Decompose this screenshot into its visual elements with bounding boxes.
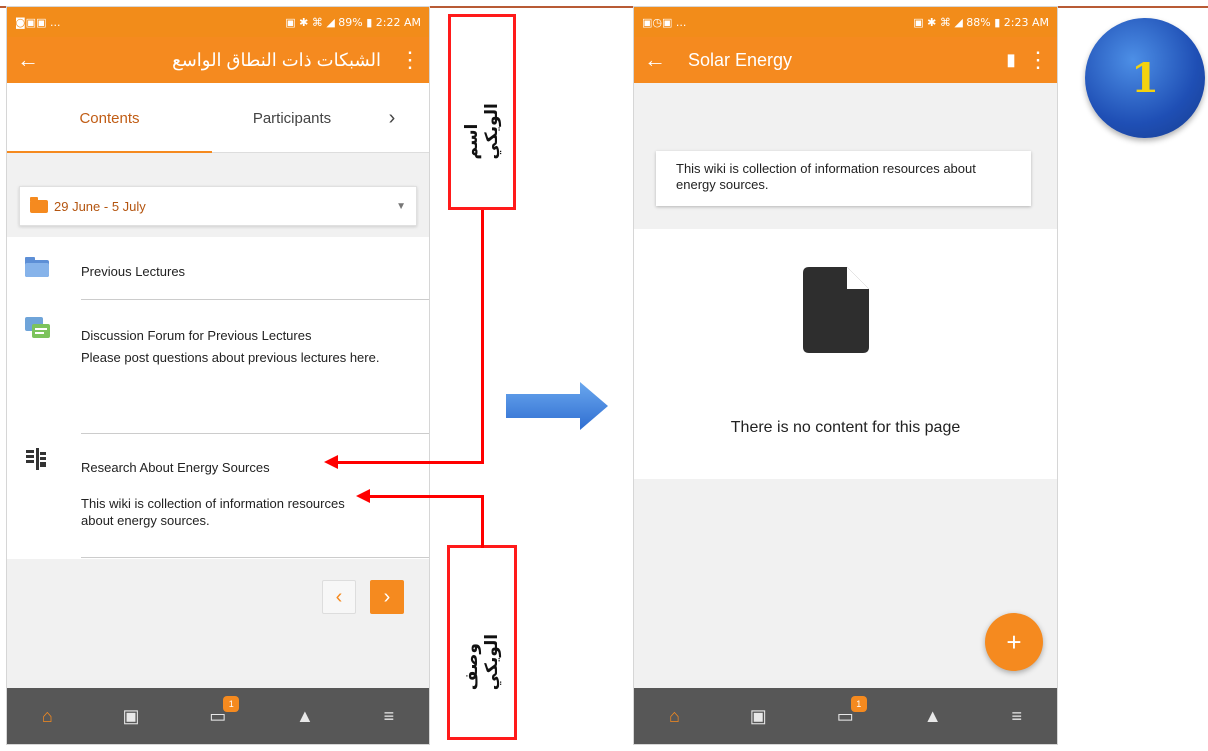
status-right: ▣ ✱ ⌘ ◢ 88% ▮ 2:23 AM [913,15,1049,29]
course-module-list: Previous Lectures Discussion Forum for P… [7,237,429,559]
annotation-arrowhead [324,455,338,469]
list-item-research-wiki[interactable]: Research About Energy Sources [81,459,270,476]
back-arrow-icon[interactable]: ← [644,47,688,73]
messages-icon[interactable]: ▭ 1 [209,695,240,727]
tab-participants[interactable]: Participants [212,110,372,127]
calendar-icon[interactable]: ▣ [750,706,767,727]
step-number-badge: 1 [1085,18,1205,138]
app-bar: ← الشبكات ذات النطاق الواسع ⋮ [7,37,429,83]
status-left: ◙▣▣ ... [15,15,61,29]
folder-icon [30,196,48,213]
wiki-name-annotation: اسم الويكي [462,103,502,160]
dropdown-caret-icon: ▼ [396,200,406,212]
right-phone-screenshot: ▣◷▣ ... ▣ ✱ ⌘ ◢ 88% ▮ 2:23 AM ← Solar En… [633,6,1058,745]
forum-description: Please post questions about previous lec… [81,350,380,365]
overflow-menu-icon[interactable]: ⋮ [399,47,421,73]
divider [81,299,429,300]
add-fab-button[interactable]: + [985,613,1043,671]
annotation-arrowhead [356,489,370,503]
status-right: ▣ ✱ ⌘ ◢ 89% ▮ 2:22 AM [285,15,421,29]
more-menu-icon[interactable]: ≡ [384,706,395,727]
empty-document-icon [803,267,869,353]
empty-state-message: There is no content for this page [730,419,961,436]
more-menu-icon[interactable]: ≡ [1011,706,1022,727]
tab-next-icon[interactable]: › [372,107,412,130]
course-title: الشبكات ذات النطاق الواسع [172,49,381,70]
divider [81,557,429,558]
list-item-discussion-forum[interactable]: Discussion Forum for Previous Lectures P… [81,325,411,366]
tab-bar: Contents Participants › [7,83,429,153]
messages-icon[interactable]: ▭ 1 [837,695,867,727]
wiki-icon [25,448,47,475]
annotation-line [336,461,484,464]
wiki-page-title: Solar Energy [688,49,793,70]
overflow-menu-icon[interactable]: ⋮ [1027,47,1049,73]
wiki-name-callout: اسم الويكي [448,14,516,210]
notifications-bell-icon[interactable]: ▲ [296,706,314,727]
notifications-bell-icon[interactable]: ▲ [924,706,942,727]
divider [81,433,429,434]
calendar-icon[interactable]: ▣ [123,706,140,727]
forum-label: Discussion Forum for Previous Lectures [81,328,312,343]
back-arrow-icon[interactable]: ← [17,47,57,73]
bottom-nav-bar: ⌂ ▣ ▭ 1 ▲ ≡ [7,688,429,744]
wiki-content-area [634,229,1057,479]
tab-active-indicator [7,151,212,153]
wiki-description-card: This wiki is collection of information r… [656,151,1031,206]
list-item-previous-lectures[interactable]: Previous Lectures [81,263,185,280]
left-phone-screenshot: ◙▣▣ ... ▣ ✱ ⌘ ◢ 89% ▮ 2:22 AM ← الشبكات … [6,6,430,745]
prev-section-button[interactable]: ‹ [322,580,356,614]
messages-badge: 1 [223,695,240,712]
annotation-line [481,496,484,548]
section-label: 29 June - 5 July [54,198,146,214]
status-left: ▣◷▣ ... [642,15,687,29]
tab-contents[interactable]: Contents [7,110,212,127]
wiki-description-callout: وصف الويكي [447,545,517,740]
wiki-description-annotation: وصف الويكي [462,633,502,690]
section-selector[interactable]: 29 June - 5 July ▼ [19,186,417,226]
next-section-button[interactable]: › [370,580,404,614]
bottom-nav-bar: ⌂ ▣ ▭ 1 ▲ ≡ [634,688,1057,744]
home-icon[interactable]: ⌂ [42,706,53,727]
annotation-line [368,495,484,498]
status-bar: ▣◷▣ ... ▣ ✱ ⌘ ◢ 88% ▮ 2:23 AM [634,7,1057,37]
status-bar: ◙▣▣ ... ▣ ✱ ⌘ ◢ 89% ▮ 2:22 AM [7,7,429,37]
page: ◙▣▣ ... ▣ ✱ ⌘ ◢ 89% ▮ 2:22 AM ← الشبكات … [0,0,1208,751]
home-icon[interactable]: ⌂ [669,706,680,727]
book-map-icon[interactable]: ▮ [995,50,1027,70]
wiki-description: This wiki is collection of information r… [81,496,345,528]
app-bar: ← Solar Energy ▮ ⋮ [634,37,1057,83]
messages-badge: 1 [850,695,867,712]
forum-icon [25,317,51,346]
annotation-line [481,210,484,464]
transition-arrow-icon [506,382,608,430]
folder-icon [25,257,49,282]
